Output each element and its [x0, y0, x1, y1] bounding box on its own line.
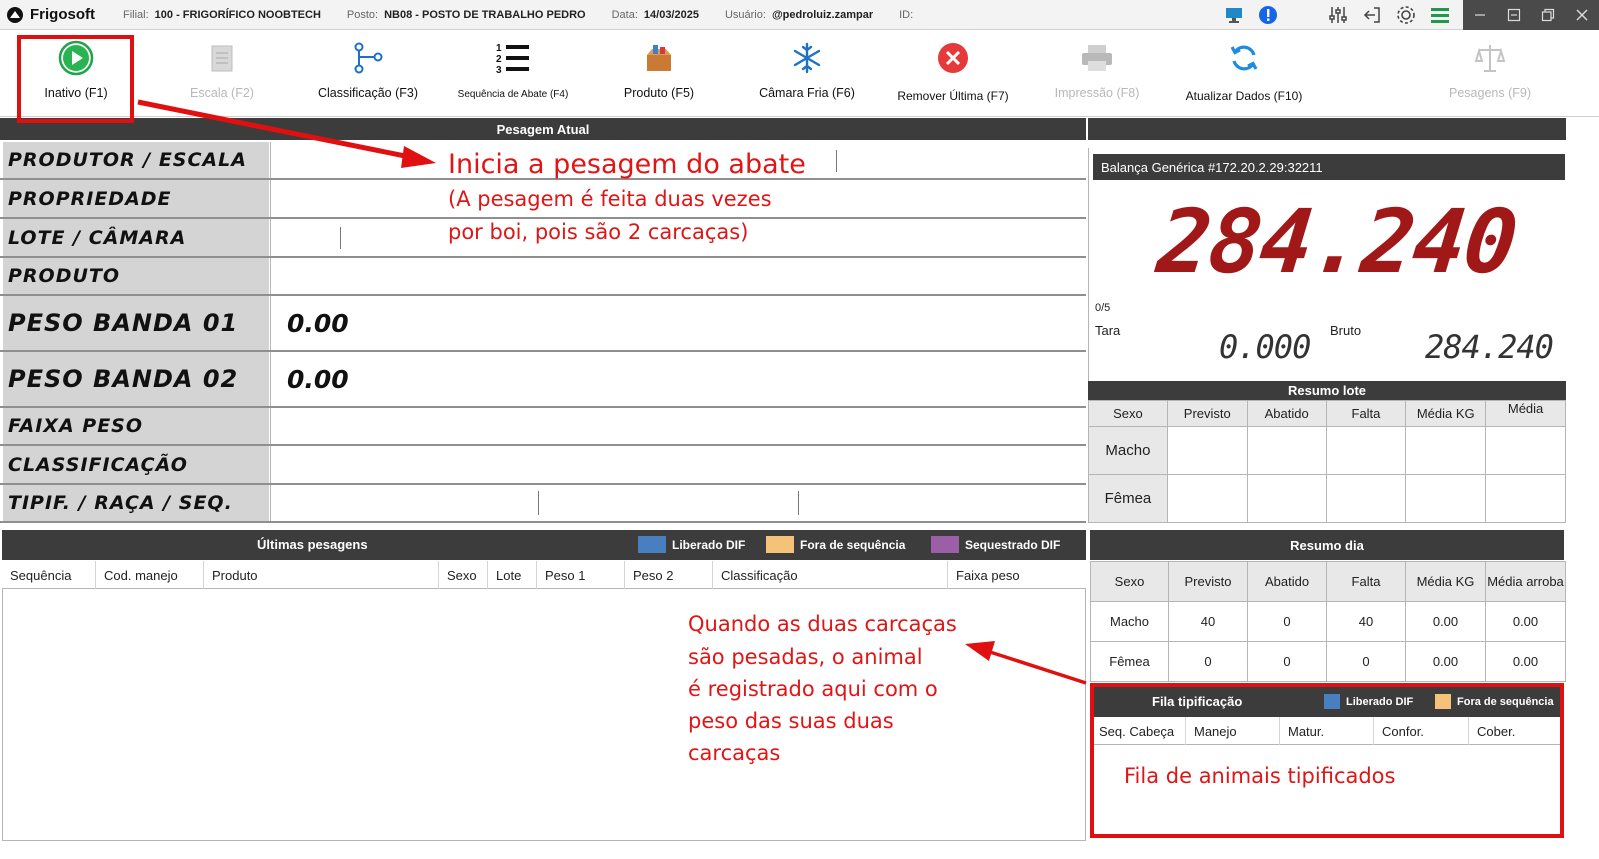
annotation-start: Inicia a pesagem do abate [448, 149, 806, 180]
annotation-registered-2: são pesadas, o animal [688, 645, 923, 669]
annotation-start-note-1: (A pesagem é feita duas vezes [448, 187, 772, 211]
arrow-to-registered-annotation [965, 641, 1087, 685]
annotation-registered-5: carcaças [688, 741, 781, 765]
annotation-queue: Fila de animais tipificados [1124, 764, 1396, 788]
annotation-registered-1: Quando as duas carcaças [688, 612, 957, 636]
annotation-start-note-2: por boi, pois são 2 carcaças) [448, 220, 749, 244]
app-window: Frigosoft Filial: 100 - FRIGORÍFICO NOOB… [0, 0, 1599, 859]
annotation-registered-4: peso das suas duas [688, 709, 894, 733]
annotation-registered-3: é registrado aqui com o [688, 677, 938, 701]
arrow-to-start-annotation [137, 99, 436, 168]
